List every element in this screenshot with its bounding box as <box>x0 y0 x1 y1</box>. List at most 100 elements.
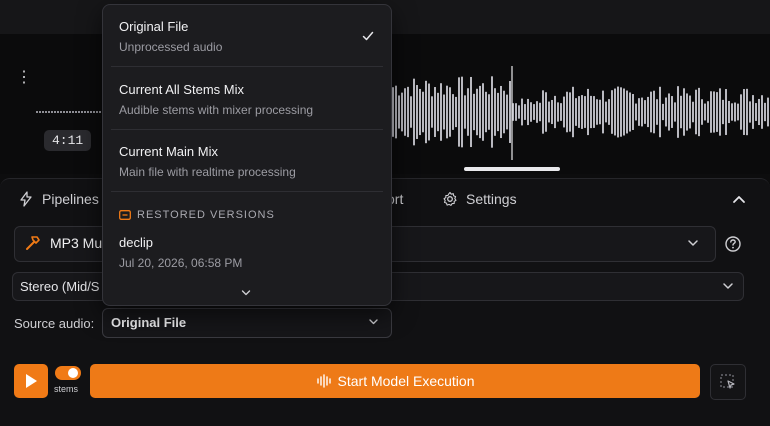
waveform-bar <box>464 95 466 129</box>
waveform-bar <box>740 94 742 130</box>
waveform-bar <box>476 88 478 136</box>
waveform-bar <box>701 99 703 125</box>
waveform-bar <box>566 91 568 133</box>
waveform-bar <box>560 103 562 121</box>
waveform-bar <box>395 85 397 139</box>
waveform-bar <box>473 93 475 131</box>
waveform-sample <box>99 111 101 113</box>
waveform-bar <box>431 96 433 128</box>
waveform-sample <box>39 111 41 113</box>
waveform-bar <box>467 88 469 136</box>
waveform-bar <box>677 86 679 138</box>
option-restored-declip[interactable]: declip Jul 20, 2026, 06:58 PM <box>119 235 242 270</box>
tab-settings[interactable]: Settings <box>442 191 517 207</box>
selection-tool-button[interactable] <box>710 364 746 400</box>
waveform-bar <box>713 91 715 133</box>
waveform-bar <box>680 95 682 129</box>
waveform-bar <box>533 104 535 120</box>
waveform-bar <box>617 86 619 138</box>
waveform-sample <box>54 111 56 113</box>
waveform-bar <box>686 93 688 131</box>
waveform-bar <box>662 103 664 121</box>
waveform-bar <box>767 97 769 127</box>
waveform-sample <box>45 111 47 113</box>
waveform-bar <box>437 92 439 132</box>
waveform-bar <box>608 99 610 125</box>
waveform-sample <box>75 111 77 113</box>
waveform-sample <box>66 111 68 113</box>
waveform-bar <box>743 89 745 135</box>
waveform-bar <box>443 94 445 130</box>
start-button-label: Start Model Execution <box>337 373 475 389</box>
waveform-bar <box>734 102 736 122</box>
waveform-bar <box>452 94 454 130</box>
waveform-sample <box>87 111 89 113</box>
waveform-bar <box>674 102 676 122</box>
option-original-file[interactable]: Original File Unprocessed audio <box>119 19 222 54</box>
divider <box>111 66 383 67</box>
help-icon[interactable] <box>724 235 742 253</box>
check-icon <box>362 31 374 41</box>
waveform-bar <box>575 98 577 126</box>
option-current-main-mix[interactable]: Current Main Mix Main file with realtime… <box>119 144 296 179</box>
waveform-bar <box>731 103 733 121</box>
waveform-bar <box>656 99 658 125</box>
waveform-bar <box>470 76 472 148</box>
chevron-down-icon <box>688 240 698 246</box>
restored-header-label: RESTORED VERSIONS <box>137 209 275 221</box>
play-button[interactable] <box>14 364 48 398</box>
waveform-bar <box>695 89 697 135</box>
restored-versions-header: RESTORED VERSIONS <box>119 209 275 221</box>
mode-label: Stereo (Mid/S <box>20 279 100 294</box>
waveform-bar <box>578 96 580 128</box>
waveform-bar <box>455 96 457 128</box>
more-options-icon[interactable]: ⋮ <box>16 70 32 86</box>
waveform-bar <box>611 90 613 134</box>
waveform-sample <box>72 111 74 113</box>
chevron-up-icon[interactable] <box>730 191 748 209</box>
source-audio-label: Source audio: <box>14 316 95 331</box>
gear-icon <box>443 191 457 206</box>
audio-wave-icon <box>316 374 331 388</box>
waveform-bar <box>599 99 601 125</box>
lightning-icon <box>20 191 32 207</box>
waveform-bar <box>545 92 547 132</box>
waveform-bar <box>692 101 694 123</box>
chevron-down-icon <box>369 319 378 325</box>
waveform-bar <box>527 98 529 126</box>
chevron-down-icon[interactable] <box>240 287 252 299</box>
waveform-bar <box>416 85 418 139</box>
waveform-bar <box>650 91 652 133</box>
waveform-bar <box>668 93 670 131</box>
waveform-bar <box>683 88 685 136</box>
option-title: declip <box>119 235 153 250</box>
waveform-bar <box>653 90 655 134</box>
chevron-down-icon <box>723 283 733 289</box>
selection-cursor-icon <box>720 374 735 389</box>
waveform-bar <box>440 83 442 141</box>
waveform-bar <box>506 94 508 130</box>
waveform-bar <box>548 101 550 123</box>
waveform-bar <box>500 85 502 139</box>
waveform-bar <box>515 103 517 121</box>
waveform-bar <box>746 88 748 136</box>
waveform-scrollbar[interactable] <box>464 167 560 171</box>
waveform-bar <box>635 103 637 121</box>
waveform-sample <box>57 111 59 113</box>
waveform-bar <box>518 105 520 119</box>
option-subtitle: Main file with realtime processing <box>119 165 296 179</box>
waveform-bar <box>671 96 673 128</box>
waveform-sample <box>48 111 50 113</box>
stems-toggle-label: stems <box>54 384 79 394</box>
waveform-bar <box>458 77 460 147</box>
waveform-bar <box>491 76 493 148</box>
waveform-bar <box>590 95 592 129</box>
start-model-execution-button[interactable]: Start Model Execution <box>90 364 700 398</box>
tab-pipelines[interactable]: Pipelines <box>18 191 99 207</box>
waveform-bar <box>494 88 496 136</box>
option-current-all-stems-mix[interactable]: Current All Stems Mix Audible stems with… <box>119 82 313 117</box>
waveform-bar <box>638 98 640 126</box>
waveform-bar <box>557 102 559 122</box>
waveform-bar <box>647 96 649 128</box>
waveform-bar <box>626 90 628 134</box>
